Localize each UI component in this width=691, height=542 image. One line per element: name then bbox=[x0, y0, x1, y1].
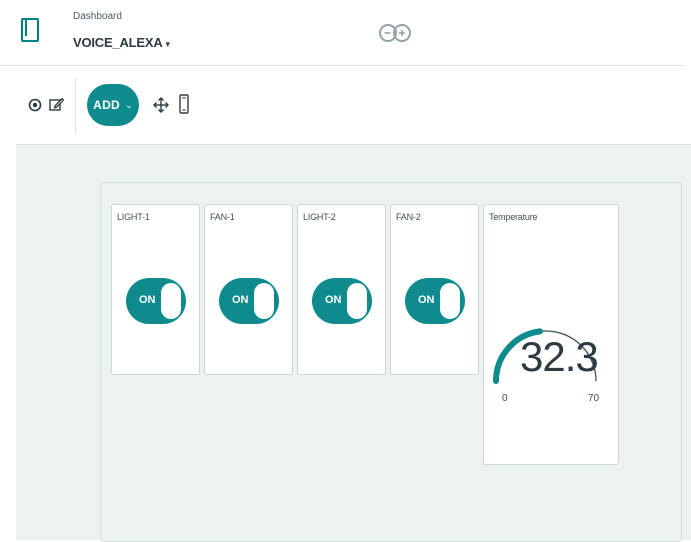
caret-down-icon: ▾ bbox=[165, 39, 171, 49]
sidebar-toggle-frame bbox=[21, 18, 39, 42]
pencil-edit-icon[interactable] bbox=[48, 96, 64, 112]
top-bar: Dashboard VOICE_ALEXA ▾ bbox=[0, 0, 691, 66]
gauge-widget-temperature[interactable]: Temperature 32.3 0 70 bbox=[483, 204, 619, 465]
widget-title: LIGHT-2 bbox=[303, 212, 336, 222]
add-widget-button[interactable]: ADD ⌄ bbox=[87, 84, 139, 126]
gauge-value: 32.3 bbox=[520, 333, 599, 380]
gauge-max-label: 70 bbox=[588, 393, 600, 404]
dashboard-name: VOICE_ALEXA bbox=[73, 35, 163, 50]
switch-state-label: ON bbox=[232, 294, 249, 306]
widget-title: FAN-1 bbox=[210, 212, 235, 222]
arduino-logo-icon bbox=[379, 24, 411, 42]
dashboard-toolbar: ADD ⌄ bbox=[0, 66, 691, 144]
add-button-label: ADD bbox=[93, 98, 121, 112]
switch-knob bbox=[347, 283, 367, 319]
widget-title: FAN-2 bbox=[396, 212, 421, 222]
widget-title: LIGHT-1 bbox=[117, 212, 150, 222]
chevron-down-icon: ⌄ bbox=[125, 99, 133, 110]
toggle-switch[interactable]: ON bbox=[219, 278, 279, 324]
eye-icon[interactable] bbox=[27, 97, 43, 113]
dashboard-selector[interactable]: VOICE_ALEXA ▾ bbox=[73, 35, 170, 50]
switch-state-label: ON bbox=[139, 294, 156, 306]
sidebar-toggle-bar bbox=[25, 20, 27, 36]
gauge-min-label: 0 bbox=[502, 393, 508, 404]
switch-state-label: ON bbox=[325, 294, 342, 306]
switch-widget-light-2[interactable]: LIGHT-2 ON bbox=[297, 204, 386, 375]
switch-widget-light-1[interactable]: LIGHT-1 ON bbox=[111, 204, 200, 375]
move-arrows-icon[interactable] bbox=[153, 97, 169, 113]
toolbar-separator bbox=[75, 78, 76, 134]
switch-knob bbox=[161, 283, 181, 319]
toggle-switch[interactable]: ON bbox=[405, 278, 465, 324]
mode-toggle-group bbox=[22, 78, 76, 134]
toggle-switch[interactable]: ON bbox=[312, 278, 372, 324]
switch-widget-fan-1[interactable]: FAN-1 ON bbox=[204, 204, 293, 375]
switch-knob bbox=[254, 283, 274, 319]
switch-state-label: ON bbox=[418, 294, 435, 306]
mobile-phone-icon[interactable] bbox=[179, 94, 189, 114]
breadcrumb[interactable]: Dashboard bbox=[73, 11, 122, 22]
sidebar-toggle-icon[interactable] bbox=[19, 17, 41, 42]
switch-knob bbox=[440, 283, 460, 319]
toggle-switch[interactable]: ON bbox=[126, 278, 186, 324]
switch-widget-fan-2[interactable]: FAN-2 ON bbox=[390, 204, 479, 375]
